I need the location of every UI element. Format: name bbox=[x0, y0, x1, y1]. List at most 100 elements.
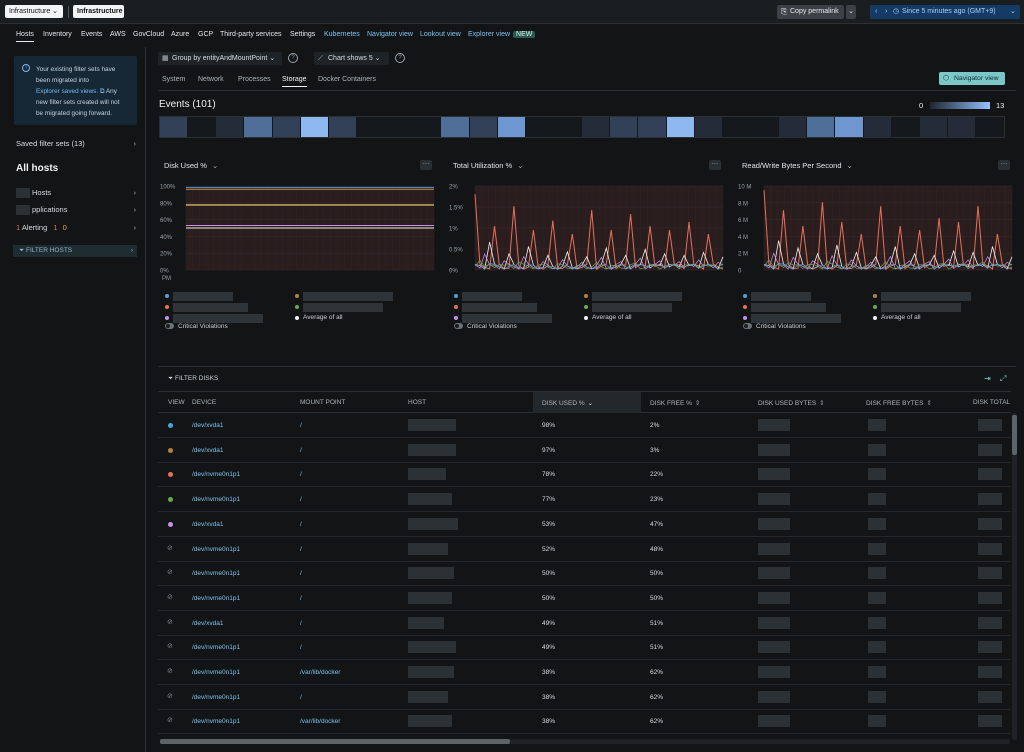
heatmap-cell[interactable] bbox=[441, 117, 470, 137]
legend-item[interactable] bbox=[584, 303, 694, 312]
legend-item[interactable] bbox=[454, 303, 564, 312]
column-header-disk-free-bytes[interactable]: DISK FREE BYTES ⇕ bbox=[866, 399, 932, 407]
eye-slash-icon[interactable]: ⊘ bbox=[167, 593, 173, 601]
more-options-button[interactable]: ··· bbox=[709, 160, 721, 170]
mount-point-link[interactable]: / bbox=[300, 447, 302, 454]
tab-govcloud[interactable]: GovCloud bbox=[133, 31, 164, 38]
table-row[interactable]: /dev/xvda1 / 53% 47% bbox=[158, 512, 1011, 537]
legend-item[interactable] bbox=[454, 292, 564, 301]
eye-slash-icon[interactable]: ⊘ bbox=[167, 618, 173, 626]
series-color-dot[interactable] bbox=[168, 423, 173, 428]
eye-slash-icon[interactable]: ⊘ bbox=[167, 692, 173, 700]
table-row[interactable]: ⊘ /dev/nvme0n1p1/var/lib/docker 38% 62% bbox=[158, 709, 1011, 735]
heatmap-cell[interactable] bbox=[638, 117, 667, 137]
table-row[interactable]: /dev/xvda1 / 97% 3% bbox=[158, 438, 1011, 463]
heatmap-cell[interactable] bbox=[666, 117, 695, 137]
heatmap-cell[interactable] bbox=[947, 117, 977, 137]
device-link[interactable]: /dev/nvme0n1p1 bbox=[192, 471, 240, 478]
column-header-disk-used-pct[interactable]: DISK USED % ⌄ bbox=[542, 399, 593, 407]
table-row[interactable]: ⊘ /dev/xvda1 / 49% 51% bbox=[158, 611, 1011, 636]
device-link[interactable]: /dev/nvme0n1p1 bbox=[192, 669, 240, 676]
device-link[interactable]: /dev/xvda1 bbox=[192, 422, 223, 429]
heatmap-cell[interactable] bbox=[413, 117, 442, 137]
tab-azure[interactable]: Azure bbox=[171, 31, 189, 38]
legend-item[interactable] bbox=[743, 314, 853, 323]
breadcrumb-account[interactable]: Infrastructure ⌄ bbox=[5, 5, 63, 18]
table-row[interactable]: /dev/nvme0n1p1 / 77% 23% bbox=[158, 487, 1011, 513]
mount-point-link[interactable]: /var/lib/docker bbox=[300, 718, 340, 725]
navigator-view-button[interactable]: ⬡ Navigator view bbox=[939, 72, 1005, 85]
heatmap-cell[interactable] bbox=[356, 117, 386, 137]
heatmap-cell[interactable] bbox=[582, 117, 611, 137]
table-row[interactable]: ⊘ /dev/nvme0n1p1 / 50% 50% bbox=[158, 561, 1011, 587]
column-header-view[interactable]: VIEW bbox=[168, 399, 185, 406]
heatmap-cell[interactable] bbox=[244, 117, 273, 137]
breadcrumb-page[interactable]: Infrastructure bbox=[73, 5, 124, 18]
device-link[interactable]: /dev/nvme0n1p1 bbox=[192, 644, 240, 651]
device-link[interactable]: /dev/xvda1 bbox=[192, 521, 223, 528]
series-color-dot[interactable] bbox=[168, 497, 173, 503]
heatmap-cell[interactable] bbox=[497, 117, 526, 137]
heatmap-cell[interactable] bbox=[835, 117, 864, 137]
heatmap-cell[interactable] bbox=[328, 117, 357, 137]
group-by-select[interactable]: ▦ Group by entityAndMountPoint ⌄ bbox=[158, 52, 282, 65]
table-row[interactable]: ⊘ /dev/nvme0n1p1 / 49% 51% bbox=[158, 635, 1011, 661]
export-icon[interactable]: ⇥ bbox=[984, 374, 991, 383]
critical-violations-toggle[interactable]: Critical Violations bbox=[454, 323, 564, 332]
column-header-host[interactable]: HOST bbox=[408, 399, 426, 406]
tab-explorer-view[interactable]: Explorer view NEW bbox=[468, 31, 536, 38]
device-link[interactable]: /dev/nvme0n1p1 bbox=[192, 546, 240, 553]
mount-point-link[interactable]: / bbox=[300, 570, 302, 577]
heatmap-cell[interactable] bbox=[976, 117, 1005, 137]
device-link[interactable]: /dev/nvme0n1p1 bbox=[192, 718, 240, 725]
chart-shows-select[interactable]: ⟋ Chart shows 5 ⌄ bbox=[314, 52, 389, 65]
table-row[interactable]: /dev/nvme0n1p1 / 78% 22% bbox=[158, 462, 1011, 488]
subtab-network[interactable]: Network bbox=[198, 76, 224, 83]
table-row[interactable]: /dev/xvda1 / 98% 2% bbox=[158, 413, 1011, 438]
horizontal-scrollbar[interactable] bbox=[160, 739, 1010, 744]
mount-point-link[interactable]: / bbox=[300, 694, 302, 701]
critical-violations-toggle[interactable]: Critical Violations bbox=[165, 323, 275, 332]
heatmap-cell[interactable] bbox=[807, 117, 836, 137]
legend-item[interactable] bbox=[165, 314, 275, 323]
device-link[interactable]: /dev/nvme0n1p1 bbox=[192, 496, 240, 503]
eye-slash-icon[interactable]: ⊘ bbox=[167, 568, 173, 576]
tab-inventory[interactable]: Inventory bbox=[43, 31, 72, 38]
heatmap-cell[interactable] bbox=[722, 117, 751, 137]
filter-disks-button[interactable]: ⏷ FILTER DISKS bbox=[168, 375, 218, 383]
help-icon[interactable]: ? bbox=[288, 53, 298, 63]
time-next-icon[interactable]: › bbox=[885, 5, 887, 19]
eye-slash-icon[interactable]: ⊘ bbox=[167, 544, 173, 552]
table-row[interactable]: ⊘ /dev/nvme0n1p1 / 38% 62% bbox=[158, 685, 1011, 710]
chart-title[interactable]: Disk Used % ⌄ bbox=[164, 161, 218, 170]
chart-title[interactable]: Read/Write Bytes Per Second ⌄ bbox=[742, 161, 853, 170]
heatmap-cell[interactable] bbox=[216, 117, 245, 137]
mount-point-link[interactable]: / bbox=[300, 546, 302, 553]
heatmap-cell[interactable] bbox=[385, 117, 414, 137]
column-header-disk-used-bytes[interactable]: DISK USED BYTES ⇕ bbox=[758, 399, 825, 407]
more-options-button[interactable]: ··· bbox=[998, 160, 1010, 170]
heatmap-cell[interactable] bbox=[779, 117, 808, 137]
tab-kubernetes[interactable]: Kubernetes bbox=[324, 31, 360, 38]
critical-violations-toggle[interactable]: Critical Violations bbox=[743, 323, 853, 332]
series-color-dot[interactable] bbox=[168, 521, 173, 527]
heatmap-cell[interactable] bbox=[525, 117, 554, 137]
legend-item[interactable] bbox=[743, 303, 853, 312]
time-picker[interactable]: ‹ › ◷ Since 5 minutes ago (GMT+9) ⌄ bbox=[870, 5, 1020, 19]
mount-point-link[interactable]: / bbox=[300, 644, 302, 651]
heatmap-cell[interactable] bbox=[272, 117, 301, 137]
tab-gcp[interactable]: GCP bbox=[198, 31, 213, 38]
eye-slash-icon[interactable]: ⊘ bbox=[167, 667, 173, 675]
subtab-system[interactable]: System bbox=[162, 76, 185, 83]
series-color-dot[interactable] bbox=[168, 472, 173, 478]
copy-permalink-button[interactable]: ⎘ Copy permalink bbox=[777, 5, 844, 19]
sidebar-item-hosts[interactable]: Hosts › bbox=[32, 188, 136, 200]
device-link[interactable]: /dev/nvme0n1p1 bbox=[192, 595, 240, 602]
device-link[interactable]: /dev/nvme0n1p1 bbox=[192, 570, 240, 577]
tab-navigator-view[interactable]: Navigator view bbox=[367, 31, 413, 38]
heatmap-cell[interactable] bbox=[919, 117, 948, 137]
legend-item[interactable] bbox=[873, 303, 983, 312]
sidebar-item-alerting[interactable]: 1 Alerting 1 0 › bbox=[16, 223, 136, 235]
chart-title[interactable]: Total Utilization % ⌄ bbox=[453, 161, 524, 170]
mount-point-link[interactable]: / bbox=[300, 422, 302, 429]
